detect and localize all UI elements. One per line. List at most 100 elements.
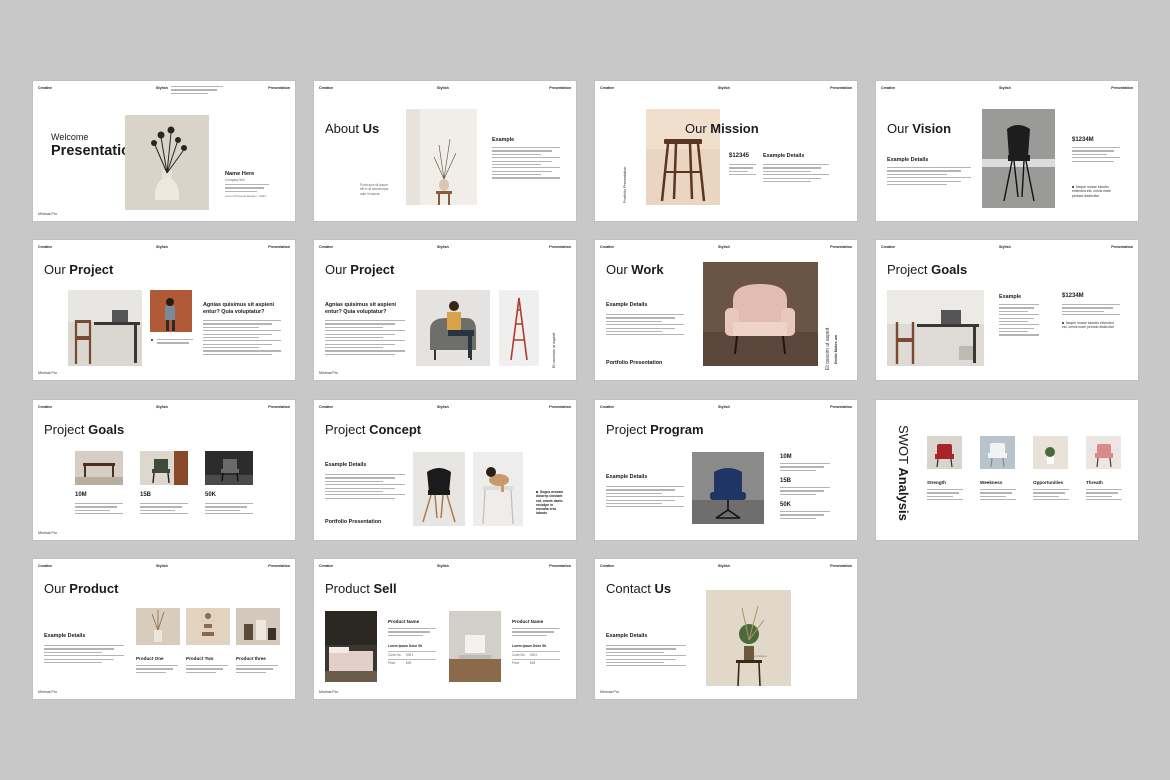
slide-project-goals-2[interactable]: Creative Stylish Presentation Project Go… — [33, 400, 295, 540]
example-heading: Example — [999, 294, 1022, 300]
swot-text-3 — [1033, 489, 1069, 503]
slide-our-vision[interactable]: Creative Stylish Presentation Our Vision… — [876, 81, 1138, 221]
swot-label-strength: Strength — [927, 480, 946, 485]
header-left: Creative — [600, 405, 615, 409]
header-left: Creative — [38, 405, 53, 409]
slide-product-sell[interactable]: Creative Stylish Presentation Product Se… — [314, 559, 576, 699]
swot-label-weakness: Weekness — [980, 480, 1003, 485]
product-desc-2 — [512, 628, 560, 638]
header-right: Presentation — [830, 564, 852, 568]
slide-title: SWOT Analysis — [896, 425, 911, 521]
header-left: Creative — [38, 564, 53, 568]
product-three-photo — [236, 608, 280, 645]
body-text-left — [999, 304, 1039, 338]
footer: Minimal Pro — [38, 212, 57, 216]
header-right: Presentation — [549, 405, 571, 409]
header-center: Stylish — [156, 405, 168, 409]
header-center: Stylish — [999, 86, 1011, 90]
bullet-dot — [151, 339, 153, 342]
footer: Minimal Pro — [38, 371, 57, 375]
body-text — [606, 645, 686, 669]
footer: Minimal Pro — [319, 371, 338, 375]
slide-our-mission[interactable]: Creative Stylish Presentation Our Missio… — [595, 81, 857, 221]
product-text-3 — [236, 665, 278, 675]
header-left: Creative — [600, 245, 615, 249]
slide-title: Project Concept — [325, 422, 422, 437]
body-text — [225, 184, 269, 194]
header-right: Presentation — [549, 245, 571, 249]
price-value-2: $25 — [530, 661, 536, 665]
slide-contact-us[interactable]: Creative Stylish Presentation Contact Us… — [595, 559, 857, 699]
slide-project-concept[interactable]: Creative Stylish Presentation Project Co… — [314, 400, 576, 540]
slide-our-project-1[interactable]: Creative Stylish Presentation Our Projec… — [33, 240, 295, 380]
desk-photo — [68, 290, 142, 366]
example-heading: Example — [492, 137, 515, 143]
pink-chair-photo — [1086, 436, 1121, 469]
bullet-point: Neque mosse lobortis extended est, omnis… — [1072, 185, 1112, 198]
welcome-text: Welcome — [51, 132, 89, 142]
product-two-photo — [186, 608, 230, 645]
details-heading: Example Details — [606, 633, 648, 639]
header-left: Creative — [319, 405, 334, 409]
slide-project-goals-1[interactable]: Creative Stylish Presentation Project Go… — [876, 240, 1138, 380]
caption: Lorem Presente Design - 2024 — [225, 194, 266, 198]
body-text-right — [1072, 147, 1120, 164]
header-right: Presentation — [549, 564, 571, 568]
header-center: Stylish — [437, 564, 449, 568]
body-text — [887, 167, 971, 187]
header-center: Stylish — [999, 245, 1011, 249]
stat-value-2: 15B — [780, 478, 792, 484]
living-room-photo — [449, 611, 501, 682]
code-value-2: 0001 — [530, 653, 538, 657]
body-text — [325, 320, 405, 357]
bullet-dot — [536, 491, 538, 494]
body-text — [203, 320, 281, 357]
bullet-dot — [1072, 186, 1074, 189]
slide-our-work[interactable]: Creative Stylish Presentation Our Work E… — [595, 240, 857, 380]
stat-text-3 — [205, 503, 253, 517]
slide-our-product[interactable]: Creative Stylish Presentation Our Produc… — [33, 559, 295, 699]
slide-welcome[interactable]: Creative Stylish Presentation Welcome Pr… — [33, 81, 295, 221]
slide-title: Project Goals — [887, 262, 968, 277]
slide-our-project-2[interactable]: Creative Stylish Presentation Our Projec… — [314, 240, 576, 380]
header-left: Creative — [38, 245, 53, 249]
vertical-caption: Et osectum ut aspieit — [552, 332, 556, 368]
stat-value-3: 50K — [205, 492, 217, 498]
slide-swot-analysis[interactable]: SWOT Analysis Strength Weekness Opportun… — [876, 400, 1138, 540]
slide-project-program[interactable]: Creative Stylish Presentation Project Pr… — [595, 400, 857, 540]
swot-text-1 — [927, 489, 963, 503]
header-center: Stylish — [156, 86, 168, 90]
details-heading: Example Details — [763, 153, 805, 159]
swot-text-4 — [1086, 489, 1122, 503]
table-photo — [75, 451, 123, 485]
swot-text-2 — [980, 489, 1016, 503]
body-text — [44, 645, 124, 665]
product-label-3: Product three — [236, 656, 266, 661]
stat-text-2 — [140, 503, 188, 517]
slide-about-us[interactable]: Creative Stylish Presentation About Us P… — [314, 81, 576, 221]
vision-number: $1234M — [1072, 137, 1094, 143]
goal-number: $1234M — [1062, 293, 1084, 299]
code-label-2: Code No. — [512, 653, 526, 657]
divider — [512, 659, 560, 660]
blue-chair-photo — [692, 452, 764, 524]
divider — [388, 651, 436, 652]
product-label-2: Product Two — [186, 656, 214, 661]
footer: Minimal Pro — [38, 690, 57, 694]
mission-number: $12345 — [729, 153, 750, 159]
header-center: Stylish — [718, 564, 730, 568]
slide-title: Product Sell — [325, 581, 397, 596]
product-label-1: Product One — [136, 656, 164, 661]
quote-text: Porta quis sit ipsum elit in at ullamcor… — [360, 183, 389, 196]
details-heading: Example Details — [606, 302, 648, 308]
details-heading: Example Details — [325, 462, 367, 468]
product-sub-1: Lorem Ipsum Dolor Sit — [388, 644, 423, 648]
header-center: Stylish — [156, 564, 168, 568]
vase-stool-photo — [406, 109, 477, 205]
header-right: Presentation — [830, 405, 852, 409]
dog-chair-photo — [473, 452, 523, 526]
code-value-1: 0001 — [406, 653, 414, 657]
footer: Minimal Pro — [600, 690, 619, 694]
gray-chair-photo — [205, 451, 253, 485]
body-text-left — [729, 164, 756, 178]
